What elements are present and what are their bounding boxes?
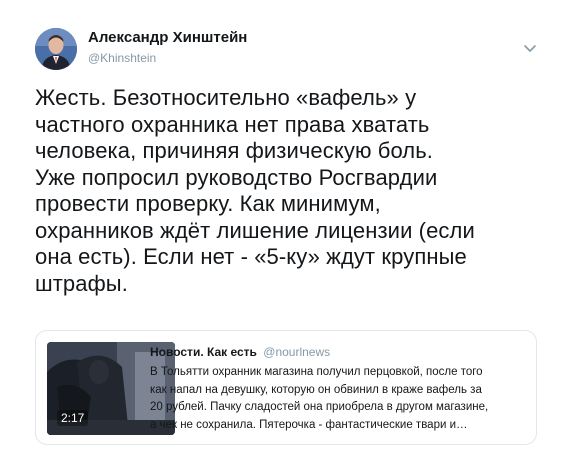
tweet-text-line: частного охранника нет права хватать — [35, 111, 430, 137]
tweet-text-line: охранников ждёт лишение лицензии (если — [35, 217, 475, 243]
quoted-author-handle[interactable]: @nourlnews — [263, 345, 330, 359]
quoted-header: Новости. Как есть @nourlnews — [150, 345, 330, 359]
chevron-down-icon[interactable] — [522, 40, 538, 56]
author-avatar[interactable] — [35, 28, 77, 70]
author-handle[interactable]: @Khinshtein — [88, 51, 156, 65]
tweet-text: Жесть. Безотносительно «вафель» у частно… — [35, 85, 535, 297]
quoted-text-line: а чек не сохранила. Пятерочка - фантасти… — [150, 418, 468, 431]
quoted-author-name[interactable]: Новости. Как есть — [150, 345, 257, 359]
author-name[interactable]: Александр Хинштейн — [88, 29, 247, 46]
quoted-text-line: В Тольятти охранник магазина получил пер… — [150, 366, 483, 378]
video-duration: 2:17 — [57, 410, 89, 426]
quoted-tweet-text: В Тольятти охранник магазина получил пер… — [150, 364, 530, 434]
tweet-text-line: штрафы. — [35, 270, 128, 296]
tweet-text-line: Жесть. Безотносительно «вафель» у — [35, 85, 417, 110]
tweet-text-line: она есть). Если нет - «5-ку» ждут крупны… — [35, 244, 467, 269]
quoted-text-line: 20 рублей. Пачку сладостей она приобрела… — [150, 401, 489, 413]
tweet-text-line: человека, причиняя физическую боль. — [35, 138, 434, 163]
tweet-text-line: провести проверку. Как минимум, — [35, 191, 381, 216]
quoted-text-line: как напал на девушку, которую он обвинил… — [150, 383, 482, 396]
tweet: Александр Хинштейн @Khinshtein Жесть. Бе… — [0, 0, 572, 449]
quoted-tweet-card[interactable]: 2:17 Новости. Как есть @nourlnews В Толь… — [35, 330, 537, 445]
tweet-text-line: Уже попросил руководство Росгвардии — [35, 164, 438, 190]
